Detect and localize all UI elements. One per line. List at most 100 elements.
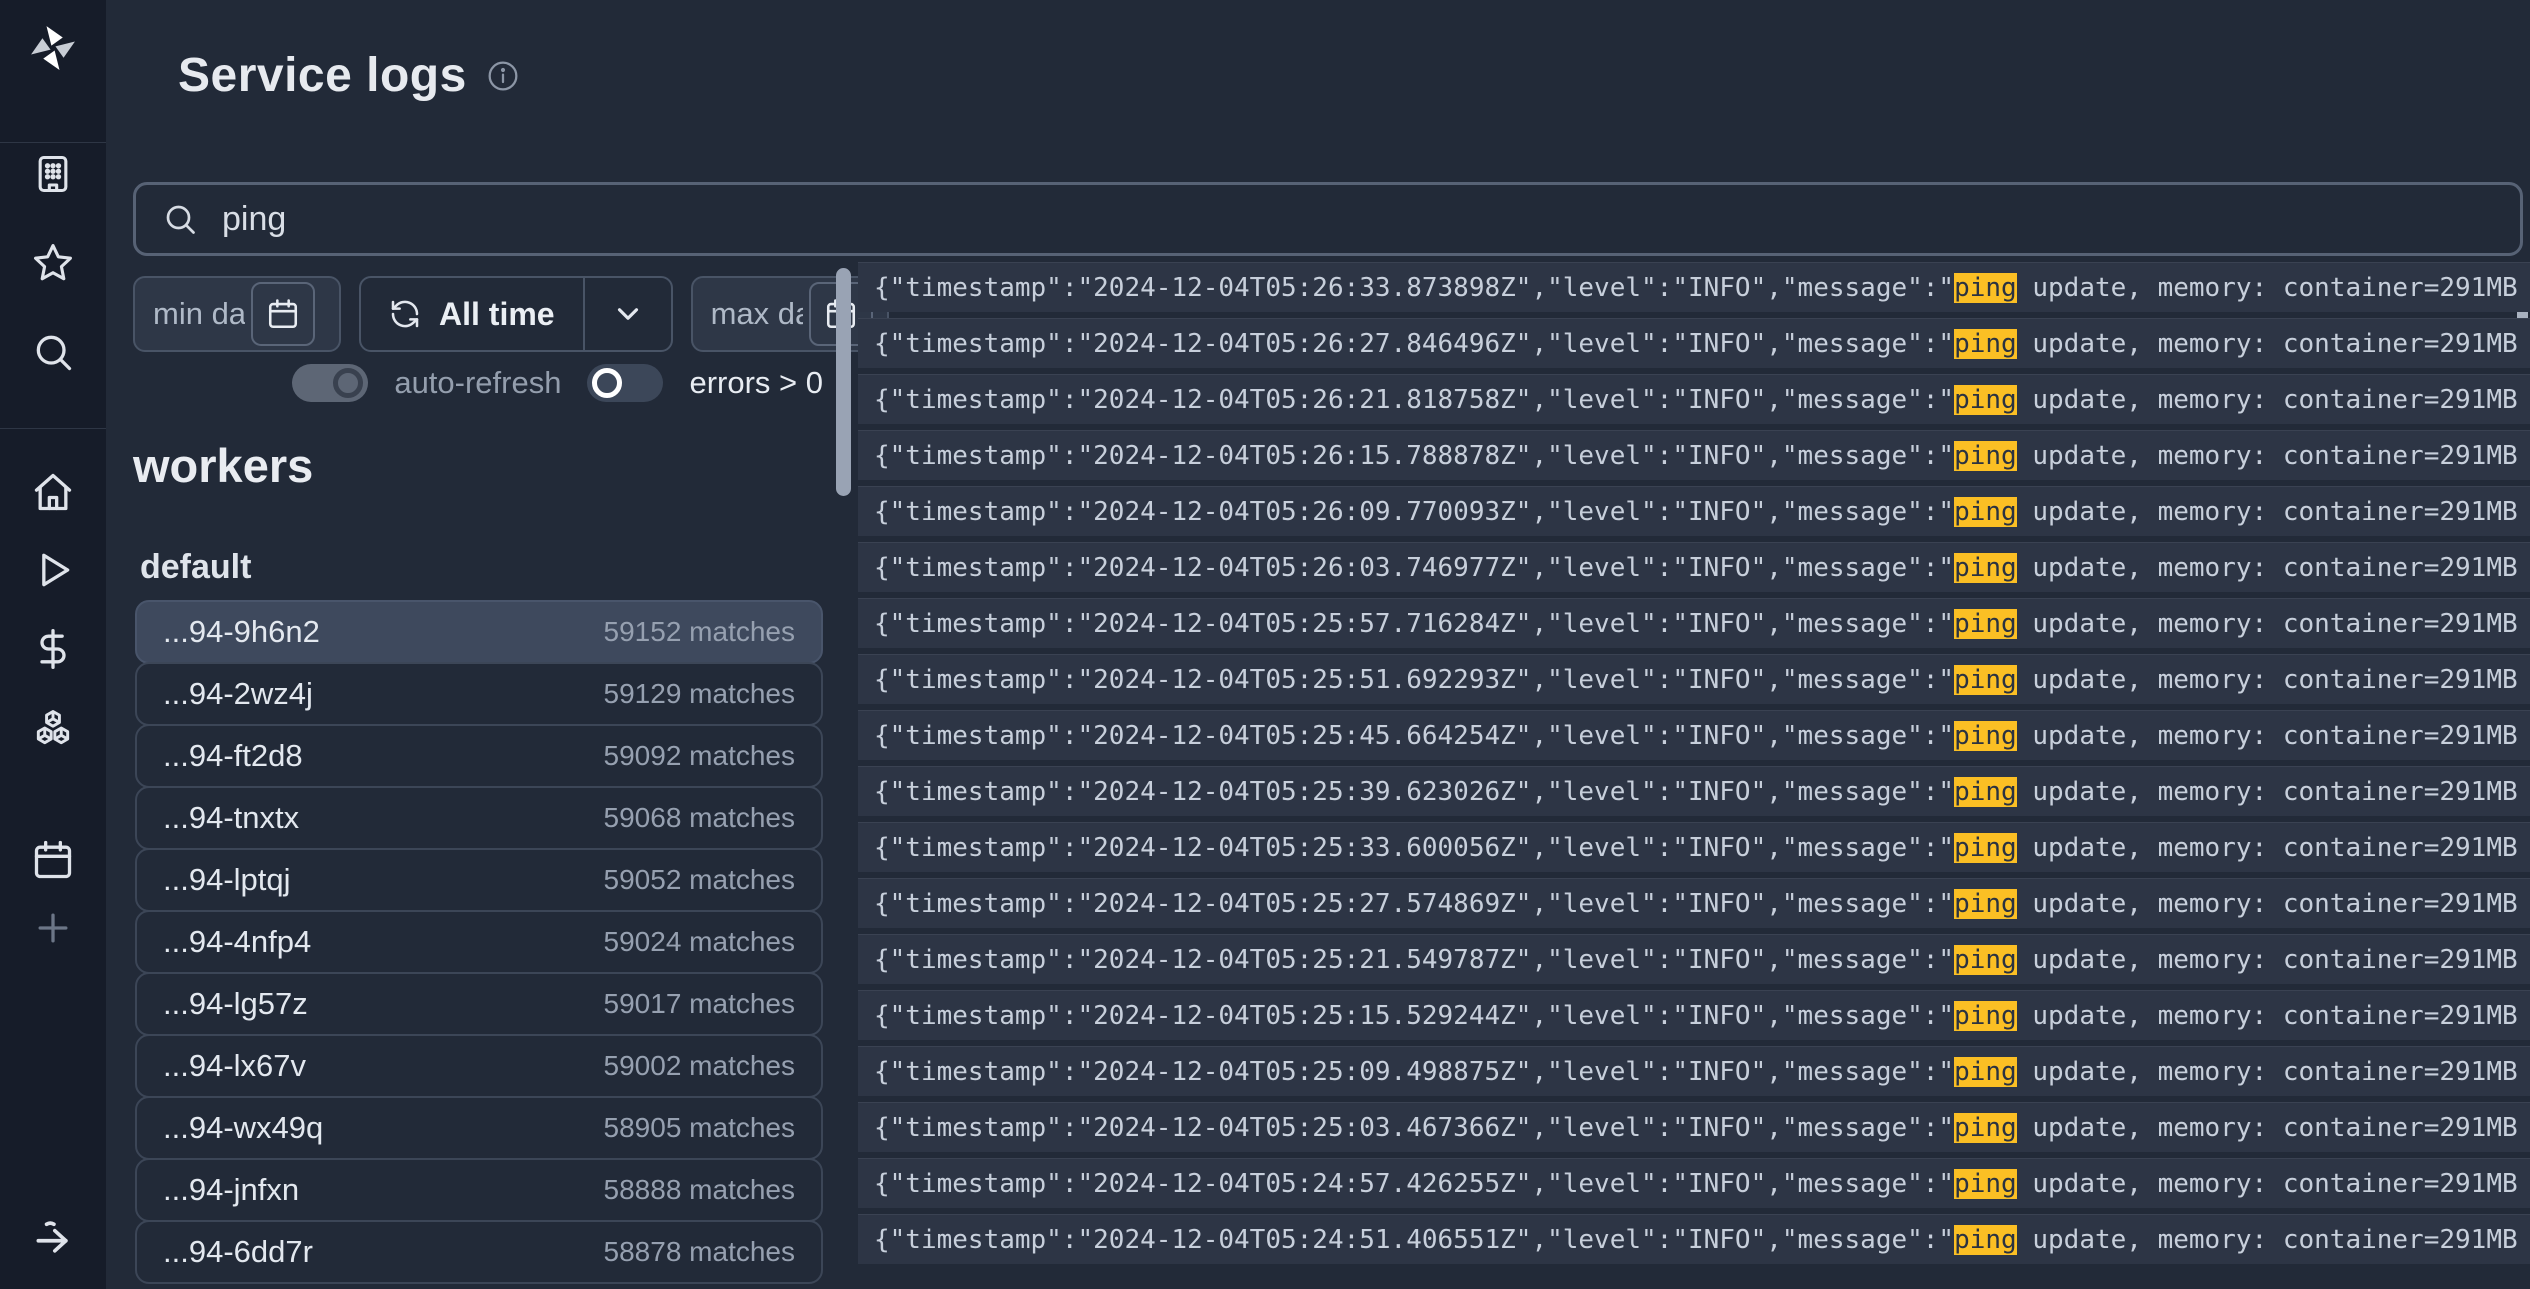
log-line-highlight: ping	[1954, 721, 2017, 751]
worker-name: ...94-lx67v	[163, 1048, 306, 1084]
log-line-prefix: {"timestamp":"2024-12-04T05:26:21.818758…	[874, 385, 1954, 415]
worker-match-count: 58905 matches	[604, 1112, 795, 1144]
log-line-suffix: update, memory: container=291MB	[2017, 1001, 2518, 1031]
log-line-highlight: ping	[1954, 1225, 2017, 1255]
log-line-prefix: {"timestamp":"2024-12-04T05:25:39.623026…	[874, 777, 1954, 807]
log-line-prefix: {"timestamp":"2024-12-04T05:24:57.426255…	[874, 1169, 1954, 1199]
log-line[interactable]: {"timestamp":"2024-12-04T05:25:39.623026…	[858, 766, 2530, 816]
log-line[interactable]: {"timestamp":"2024-12-04T05:26:27.846496…	[858, 318, 2530, 368]
log-line-suffix: update, memory: container=291MB	[2017, 385, 2518, 415]
worker-row[interactable]: ...94-6dd7r 58878 matches	[135, 1220, 823, 1284]
log-line-suffix: update, memory: container=291MB	[2017, 833, 2518, 863]
log-line[interactable]: {"timestamp":"2024-12-04T05:25:21.549787…	[858, 934, 2530, 984]
worker-row[interactable]: ...94-4nfp4 59024 matches	[135, 910, 823, 974]
info-icon[interactable]	[487, 60, 519, 92]
log-line-suffix: update, memory: container=291MB	[2017, 889, 2518, 919]
favorites-star-icon[interactable]	[31, 241, 75, 285]
worker-name: ...94-6dd7r	[163, 1234, 313, 1270]
worker-match-count: 59092 matches	[604, 740, 795, 772]
worker-name: ...94-tnxtx	[163, 800, 299, 836]
log-line-prefix: {"timestamp":"2024-12-04T05:25:33.600056…	[874, 833, 1954, 863]
runs-play-icon[interactable]	[31, 548, 75, 592]
log-line-suffix: update, memory: container=291MB	[2017, 329, 2518, 359]
log-line[interactable]: {"timestamp":"2024-12-04T05:25:57.716284…	[858, 598, 2530, 648]
log-line[interactable]: {"timestamp":"2024-12-04T05:25:03.467366…	[858, 1102, 2530, 1152]
log-line-suffix: update, memory: container=291MB	[2017, 721, 2518, 751]
worker-row[interactable]: ...94-lx67v 59002 matches	[135, 1034, 823, 1098]
expand-sidebar-arrow-icon[interactable]	[31, 1216, 75, 1260]
log-line[interactable]: {"timestamp":"2024-12-04T05:25:51.692293…	[858, 654, 2530, 704]
worker-row[interactable]: ...94-lg57z 59017 matches	[135, 972, 823, 1036]
worker-match-count: 59052 matches	[604, 864, 795, 896]
worker-row[interactable]: ...94-9h6n2 59152 matches	[135, 600, 823, 664]
log-line[interactable]: {"timestamp":"2024-12-04T05:26:33.873898…	[858, 262, 2530, 312]
page-title: Service logs	[178, 48, 467, 103]
worker-row[interactable]: ...94-jnfxn 58888 matches	[135, 1158, 823, 1222]
left-panel-scrollbar[interactable]	[836, 268, 851, 496]
refresh-icon	[389, 298, 421, 330]
time-range-caret-button[interactable]	[585, 278, 671, 350]
log-line[interactable]: {"timestamp":"2024-12-04T05:25:15.529244…	[858, 990, 2530, 1040]
log-line[interactable]: {"timestamp":"2024-12-04T05:26:21.818758…	[858, 374, 2530, 424]
schedules-calendar-icon[interactable]	[31, 838, 75, 882]
log-line-prefix: {"timestamp":"2024-12-04T05:25:51.692293…	[874, 665, 1954, 695]
log-line[interactable]: {"timestamp":"2024-12-04T05:24:57.426255…	[858, 1158, 2530, 1208]
worker-name: ...94-4nfp4	[163, 924, 311, 960]
log-line-highlight: ping	[1954, 329, 2017, 359]
workspace-building-icon[interactable]	[31, 152, 75, 196]
pinwheel-logo-icon[interactable]	[27, 22, 79, 74]
log-line-suffix: update, memory: container=291MB	[2017, 1113, 2518, 1143]
log-line[interactable]: {"timestamp":"2024-12-04T05:25:45.664254…	[858, 710, 2530, 760]
search-input[interactable]	[222, 200, 2494, 239]
log-line[interactable]: {"timestamp":"2024-12-04T05:25:33.600056…	[858, 822, 2530, 872]
worker-name: ...94-9h6n2	[163, 614, 320, 650]
worker-row[interactable]: ...94-tnxtx 59068 matches	[135, 786, 823, 850]
billing-dollar-icon[interactable]	[31, 627, 75, 671]
log-line-suffix: update, memory: container=291MB	[2017, 273, 2518, 303]
worker-row[interactable]: ...94-2wz4j 59129 matches	[135, 662, 823, 726]
worker-row[interactable]: ...94-ft2d8 59092 matches	[135, 724, 823, 788]
worker-name: ...94-jnfxn	[163, 1172, 299, 1208]
log-line-prefix: {"timestamp":"2024-12-04T05:26:09.770093…	[874, 497, 1954, 527]
toggles-row: auto-refresh errors > 0	[133, 360, 823, 406]
log-line[interactable]: {"timestamp":"2024-12-04T05:26:09.770093…	[858, 486, 2530, 536]
errors-toggle[interactable]	[587, 364, 663, 402]
log-line[interactable]: {"timestamp":"2024-12-04T05:24:51.406551…	[858, 1214, 2530, 1264]
calendar-icon	[266, 297, 300, 331]
log-line-highlight: ping	[1954, 441, 2017, 471]
worker-group-label: default	[140, 548, 251, 587]
log-line[interactable]: {"timestamp":"2024-12-04T05:26:03.746977…	[858, 542, 2530, 592]
worker-match-count: 59024 matches	[604, 926, 795, 958]
add-plus-icon[interactable]	[31, 906, 75, 950]
log-line-highlight: ping	[1954, 889, 2017, 919]
time-range-main[interactable]: All time	[361, 278, 583, 350]
worker-match-count: 59017 matches	[604, 988, 795, 1020]
worker-name: ...94-2wz4j	[163, 676, 313, 712]
time-range-button[interactable]: All time	[359, 276, 673, 352]
home-icon[interactable]	[31, 470, 75, 514]
log-line-highlight: ping	[1954, 833, 2017, 863]
auto-refresh-label: auto-refresh	[394, 365, 561, 401]
sidebar-divider	[0, 142, 106, 143]
resources-boxes-icon[interactable]	[31, 706, 75, 750]
log-line[interactable]: {"timestamp":"2024-12-04T05:26:15.788878…	[858, 430, 2530, 480]
log-line[interactable]: {"timestamp":"2024-12-04T05:25:27.574869…	[858, 878, 2530, 928]
log-line-suffix: update, memory: container=291MB	[2017, 609, 2518, 639]
page-header: Service logs	[178, 48, 519, 103]
search-nav-icon[interactable]	[31, 330, 75, 374]
worker-name: ...94-ft2d8	[163, 738, 303, 774]
worker-row[interactable]: ...94-wx49q 58905 matches	[135, 1096, 823, 1160]
workers-heading: workers	[133, 438, 313, 493]
log-line-suffix: update, memory: container=291MB	[2017, 1225, 2518, 1255]
worker-match-count: 58878 matches	[604, 1236, 795, 1268]
log-line[interactable]: {"timestamp":"2024-12-04T05:25:09.498875…	[858, 1046, 2530, 1096]
log-line-highlight: ping	[1954, 1001, 2017, 1031]
min-date-calendar-button[interactable]	[251, 282, 315, 346]
log-line-highlight: ping	[1954, 665, 2017, 695]
auto-refresh-toggle[interactable]	[292, 364, 368, 402]
worker-row[interactable]: ...94-lptqj 59052 matches	[135, 848, 823, 912]
worker-match-count: 59068 matches	[604, 802, 795, 834]
toggle-knob	[592, 368, 622, 398]
min-date-field[interactable]: min da	[133, 276, 341, 352]
max-date-placeholder: max da	[711, 296, 803, 332]
